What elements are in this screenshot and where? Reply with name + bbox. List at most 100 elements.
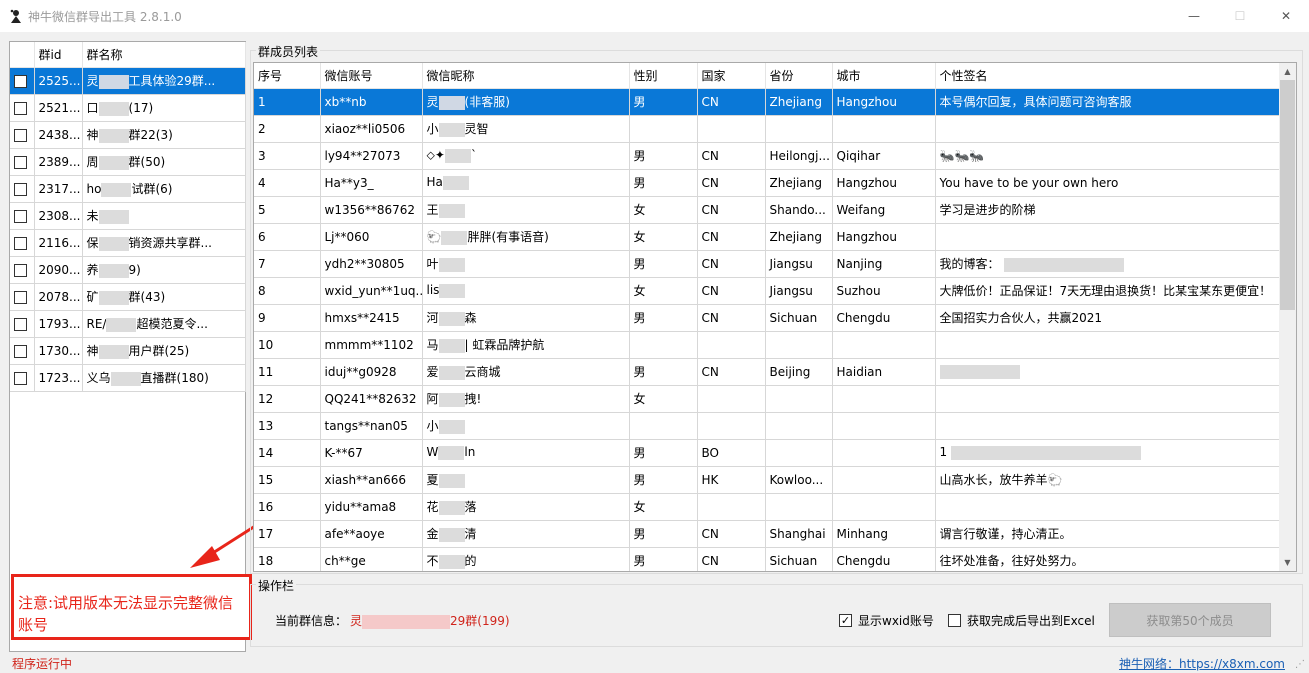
scroll-down-arrow-icon[interactable]: ▼ <box>1279 554 1296 571</box>
group-name-cell: RE/超模范夏令... <box>82 310 246 338</box>
member-row[interactable]: 2 xiaoz**li0506 小灵智 <box>254 115 1281 143</box>
member-province-cell <box>765 115 833 143</box>
group-row-checkbox[interactable] <box>10 202 35 230</box>
checkbox-unchecked-icon[interactable] <box>14 236 27 250</box>
scroll-thumb[interactable] <box>1280 80 1295 310</box>
member-city-cell: Qiqihar <box>832 142 936 170</box>
member-province-cell: Shanghai <box>765 520 833 548</box>
group-header-id[interactable]: 群id <box>34 42 83 68</box>
member-seq-cell: 18 <box>254 547 321 571</box>
group-list[interactable]: 群id 群名称 2525... 灵工具体验29群... 2521... 口 (17) 24… <box>9 41 246 652</box>
group-row[interactable]: 2438... 神群22(3) <box>10 121 246 149</box>
group-row-checkbox[interactable] <box>10 67 35 95</box>
member-account-cell: Lj**060 <box>320 223 423 251</box>
member-account-cell: tangs**nan05 <box>320 412 423 440</box>
member-header-country[interactable]: 国家 <box>697 63 766 89</box>
fetch-members-button[interactable]: 获取第50个成员 <box>1109 603 1271 637</box>
scroll-up-arrow-icon[interactable]: ▲ <box>1279 63 1296 80</box>
member-city-cell: Chengdu <box>832 547 936 571</box>
show-wxid-checkbox[interactable]: ✓ 显示wxid账号 <box>839 612 934 629</box>
blurred-region <box>438 473 465 488</box>
group-row-checkbox[interactable] <box>10 121 35 149</box>
member-seq-cell: 14 <box>254 439 321 467</box>
member-gender-cell: 女 <box>629 277 698 305</box>
member-row[interactable]: 10 mmmm**1102 马 | 虹霖品牌护航 <box>254 331 1281 359</box>
group-row[interactable]: 2317... ho 试群(6) <box>10 175 246 203</box>
checkbox-unchecked-icon[interactable] <box>14 317 27 331</box>
group-row-checkbox[interactable] <box>10 94 35 122</box>
member-row[interactable]: 18 ch**ge 不的男 CN Sichuan Chengdu 往坏处准备，往好处努力。 <box>254 547 1281 571</box>
checkbox-unchecked-icon[interactable] <box>14 263 27 277</box>
group-row[interactable]: 2521... 口 (17) <box>10 94 246 122</box>
member-row[interactable]: 7 ydh2**30805 叶男 CN Jiangsu Nanjing 我的博客： <box>254 250 1281 278</box>
member-country-cell: CN <box>697 88 766 116</box>
blurred-region <box>439 283 466 298</box>
member-row[interactable]: 3 ly94**27073 ⬦✦ ` 男 CN Heilongj... Qiqihar 🐜🐜🐜 <box>254 142 1281 170</box>
group-row-checkbox[interactable] <box>10 148 35 176</box>
checkbox-unchecked-icon[interactable] <box>14 290 27 304</box>
group-row-checkbox[interactable] <box>10 310 35 338</box>
group-row-checkbox[interactable] <box>10 175 35 203</box>
member-account-cell: w1356**86762 <box>320 196 423 224</box>
member-list[interactable]: 序号 微信账号 微信昵称 性别 国家 省份 城市 个性签名 1 xb**nb 灵 (非客服) 男 CN Z… <box>253 62 1297 572</box>
member-table-header: 序号 微信账号 微信昵称 性别 国家 省份 城市 个性签名 <box>254 63 1281 89</box>
group-name-cell: 保销资源共享群... <box>82 229 246 257</box>
group-row[interactable]: 2078... 矿群(43) <box>10 283 246 311</box>
member-header-gender[interactable]: 性别 <box>629 63 698 89</box>
group-row[interactable]: 1793... RE/超模范夏令... <box>10 310 246 338</box>
group-row-checkbox[interactable] <box>10 283 35 311</box>
member-header-province[interactable]: 省份 <box>765 63 833 89</box>
checkbox-unchecked-icon[interactable] <box>14 128 27 142</box>
resize-grip-icon[interactable]: ⋰ <box>1295 659 1305 670</box>
group-row-checkbox[interactable] <box>10 364 35 392</box>
member-header-seq[interactable]: 序号 <box>254 63 321 89</box>
checkbox-unchecked-icon[interactable] <box>14 344 27 358</box>
group-row[interactable]: 2090... 养 9) <box>10 256 246 284</box>
member-row[interactable]: 5 w1356**86762 王女 CN Shando... Weifang 学习是进步的阶… <box>254 196 1281 224</box>
member-row[interactable]: 12 QQ241**82632 阿拽! 女 <box>254 385 1281 413</box>
member-row[interactable]: 9 hmxs**2415 河森男 CN Sichuan Chengdu 全国招实力合伙人，共… <box>254 304 1281 332</box>
member-header-account[interactable]: 微信账号 <box>320 63 423 89</box>
current-group-value: 灵 29群(199) <box>350 612 510 629</box>
minimize-button[interactable]: — <box>1171 0 1217 32</box>
blurred-region <box>441 230 468 245</box>
group-row-checkbox[interactable] <box>10 337 35 365</box>
checkbox-unchecked-icon[interactable] <box>14 74 27 88</box>
member-row[interactable]: 6 Lj**060 🐑 胖胖(有事语音) 女 CN Zhejiang Hangzhou <box>254 223 1281 251</box>
maximize-button[interactable]: ☐ <box>1217 0 1263 32</box>
close-button[interactable]: ✕ <box>1263 0 1309 32</box>
group-row[interactable]: 1730... 神用户群(25) <box>10 337 246 365</box>
group-row[interactable]: 2308... 未 <box>10 202 246 230</box>
member-scrollbar[interactable]: ▲ ▼ <box>1279 63 1296 571</box>
group-row-checkbox[interactable] <box>10 256 35 284</box>
checkbox-unchecked-icon <box>948 614 961 627</box>
member-header-signature[interactable]: 个性签名 <box>935 63 1281 89</box>
member-header-nickname[interactable]: 微信昵称 <box>422 63 630 89</box>
group-row[interactable]: 1723... 义乌 直播群(180) <box>10 364 246 392</box>
group-header-check[interactable] <box>10 42 35 68</box>
group-row[interactable]: 2116... 保销资源共享群... <box>10 229 246 257</box>
group-row-checkbox[interactable] <box>10 229 35 257</box>
group-row[interactable]: 2389... 周群(50) <box>10 148 246 176</box>
member-row[interactable]: 4 Ha**y3_ Ha 男 CN Zhejiang Hangzhou You have to… <box>254 169 1281 197</box>
website-link[interactable]: 神牛网络：https://x8xm.com <box>1119 655 1285 672</box>
member-row[interactable]: 1 xb**nb 灵 (非客服) 男 CN Zhejiang Hangzhou 本号偶尔回复，具… <box>254 88 1281 116</box>
member-row[interactable]: 11 iduj**g0928 爱云商城男 CN Beijing Haidian <box>254 358 1281 386</box>
checkbox-unchecked-icon[interactable] <box>14 371 27 385</box>
member-row[interactable]: 14 K-**67 Wln 男 BO 1 <box>254 439 1281 467</box>
member-row[interactable]: 8 wxid_yun**1uq... lis 女 CN Jiangsu Suzhou 大牌低价… <box>254 277 1281 305</box>
group-row[interactable]: 2525... 灵工具体验29群... <box>10 67 246 95</box>
group-header-name[interactable]: 群名称 <box>82 42 246 68</box>
member-row[interactable]: 17 afe**aoye 金清男 CN Shanghai Minhang 谓言行敬谨，持心清… <box>254 520 1281 548</box>
checkbox-unchecked-icon[interactable] <box>14 101 27 115</box>
member-province-cell: Sichuan <box>765 304 833 332</box>
member-row[interactable]: 13 tangs**nan05 小 <box>254 412 1281 440</box>
checkbox-unchecked-icon[interactable] <box>14 209 27 223</box>
member-header-city[interactable]: 城市 <box>832 63 936 89</box>
member-row[interactable]: 16 yidu**ama8 花落女 <box>254 493 1281 521</box>
member-row[interactable]: 15 xiash**an666 夏男 HK Kowloo... 山高水长，放牛养羊🐑 <box>254 466 1281 494</box>
member-province-cell <box>765 412 833 440</box>
checkbox-unchecked-icon[interactable] <box>14 155 27 169</box>
export-excel-checkbox[interactable]: 获取完成后导出到Excel <box>948 612 1095 629</box>
checkbox-unchecked-icon[interactable] <box>14 182 27 196</box>
